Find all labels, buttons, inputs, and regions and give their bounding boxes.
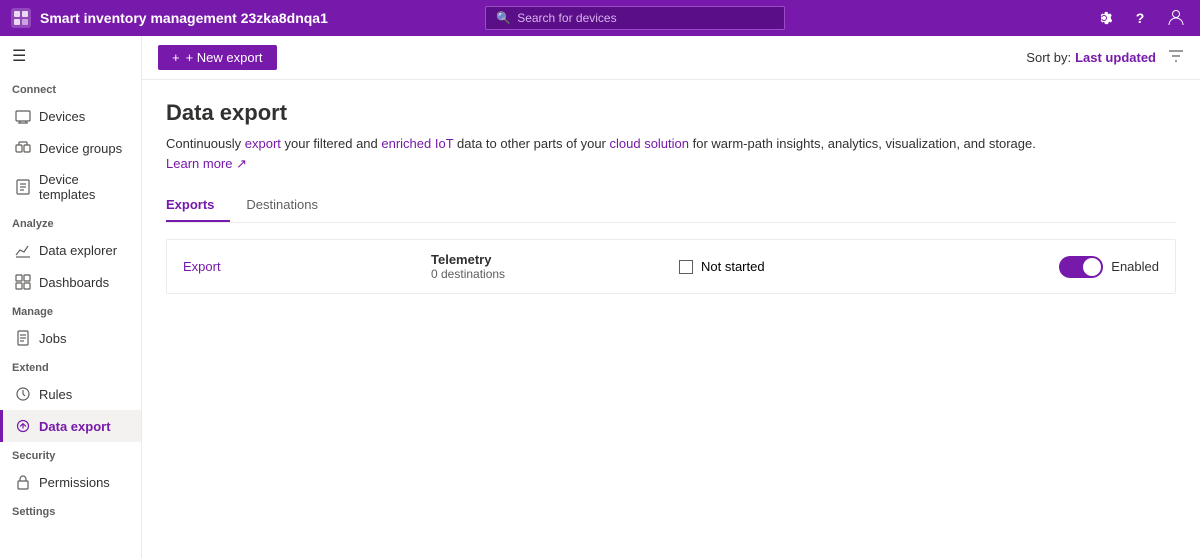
tab-destinations[interactable]: Destinations	[246, 189, 334, 222]
section-analyze: Analyze	[0, 210, 141, 234]
export-toggle-col: Enabled	[927, 256, 1159, 278]
user-button[interactable]	[1162, 4, 1190, 32]
jobs-icon	[15, 330, 31, 346]
sidebar-item-dashboards[interactable]: Dashboards	[0, 266, 141, 298]
topbar: Smart inventory management 23zka8dnqa1 🔍…	[0, 0, 1200, 36]
learn-more-link[interactable]: Learn more ↗	[166, 156, 247, 171]
new-export-button[interactable]: + + New export	[158, 45, 277, 70]
toggle-thumb	[1083, 258, 1101, 276]
search-placeholder: Search for devices	[517, 11, 616, 25]
sidebar-label-device-templates: Device templates	[39, 172, 129, 202]
sidebar-item-devices[interactable]: Devices	[0, 100, 141, 132]
toggle-track	[1059, 256, 1103, 278]
sidebar-item-data-explorer[interactable]: Data explorer	[0, 234, 141, 266]
sidebar: ☰ Connect Devices Device groups Device t…	[0, 36, 142, 558]
sort-value[interactable]: Last updated	[1075, 50, 1156, 65]
export-name-link[interactable]: Export	[183, 259, 221, 274]
app-name: Smart inventory management 23zka8dnqa1	[40, 10, 328, 26]
tab-exports[interactable]: Exports	[166, 189, 230, 222]
enriched-iot-link[interactable]: enriched IoT	[381, 136, 453, 151]
main-content: + + New export Sort by: Last updated Dat…	[142, 36, 1200, 558]
toggle-label: Enabled	[1111, 259, 1159, 274]
sidebar-item-rules[interactable]: Rules	[0, 378, 141, 410]
sidebar-item-permissions[interactable]: Permissions	[0, 466, 141, 498]
data-explorer-icon	[15, 242, 31, 258]
permissions-icon	[15, 474, 31, 490]
main-toolbar: + + New export Sort by: Last updated	[142, 36, 1200, 80]
search-bar[interactable]: 🔍 Search for devices	[485, 6, 785, 30]
tabs-bar: Exports Destinations	[166, 189, 1176, 223]
device-groups-icon	[15, 140, 31, 156]
page-content: Data export Continuously export your fil…	[142, 80, 1200, 558]
section-extend: Extend	[0, 354, 141, 378]
search-icon: 🔍	[496, 11, 511, 25]
sidebar-label-dashboards: Dashboards	[39, 275, 109, 290]
section-security: Security	[0, 442, 141, 466]
export-link[interactable]: export	[245, 136, 281, 151]
new-export-label: + New export	[186, 50, 263, 65]
devices-icon	[15, 108, 31, 124]
page-title: Data export	[166, 100, 1176, 126]
help-button[interactable]: ?	[1126, 4, 1154, 32]
sort-control: Sort by: Last updated	[1026, 48, 1184, 68]
page-description: Continuously export your filtered and en…	[166, 134, 1066, 173]
export-status-col: Not started	[679, 259, 911, 274]
sidebar-label-data-export: Data export	[39, 419, 111, 434]
sort-by-text: Sort by:	[1026, 50, 1071, 65]
table-row: Export Telemetry 0 destinations Not star…	[167, 240, 1175, 293]
sidebar-item-device-templates[interactable]: Device templates	[0, 164, 141, 210]
user-icon	[1167, 9, 1185, 27]
sidebar-label-data-explorer: Data explorer	[39, 243, 117, 258]
filter-icon[interactable]	[1168, 48, 1184, 68]
export-type-col: Telemetry 0 destinations	[431, 252, 663, 281]
sidebar-label-devices: Devices	[39, 109, 85, 124]
settings-icon	[1096, 10, 1112, 26]
topbar-actions: ?	[1090, 4, 1190, 32]
enabled-toggle[interactable]	[1059, 256, 1103, 278]
status-checkbox[interactable]	[679, 260, 693, 274]
sidebar-label-permissions: Permissions	[39, 475, 110, 490]
main-layout: ☰ Connect Devices Device groups Device t…	[0, 36, 1200, 558]
status-label: Not started	[701, 259, 765, 274]
sidebar-label-rules: Rules	[39, 387, 72, 402]
data-export-icon	[15, 418, 31, 434]
device-templates-icon	[15, 179, 31, 195]
export-destinations: 0 destinations	[431, 267, 663, 281]
sidebar-item-jobs[interactable]: Jobs	[0, 322, 141, 354]
dashboards-icon	[15, 274, 31, 290]
export-name-col: Export	[183, 259, 415, 274]
settings-button[interactable]	[1090, 4, 1118, 32]
app-logo: Smart inventory management 23zka8dnqa1	[10, 7, 328, 29]
export-table: Export Telemetry 0 destinations Not star…	[166, 239, 1176, 294]
cloud-solution-link[interactable]: cloud solution	[610, 136, 690, 151]
export-type-label: Telemetry	[431, 252, 663, 267]
app-logo-icon	[10, 7, 32, 29]
section-manage: Manage	[0, 298, 141, 322]
sidebar-label-jobs: Jobs	[39, 331, 66, 346]
sidebar-item-device-groups[interactable]: Device groups	[0, 132, 141, 164]
sidebar-item-data-export[interactable]: Data export	[0, 410, 141, 442]
hamburger-button[interactable]: ☰	[0, 36, 141, 76]
rules-icon	[15, 386, 31, 402]
section-settings: Settings	[0, 498, 141, 522]
section-connect: Connect	[0, 76, 141, 100]
help-icon: ?	[1136, 10, 1145, 26]
plus-icon: +	[172, 50, 180, 65]
sidebar-label-device-groups: Device groups	[39, 141, 122, 156]
